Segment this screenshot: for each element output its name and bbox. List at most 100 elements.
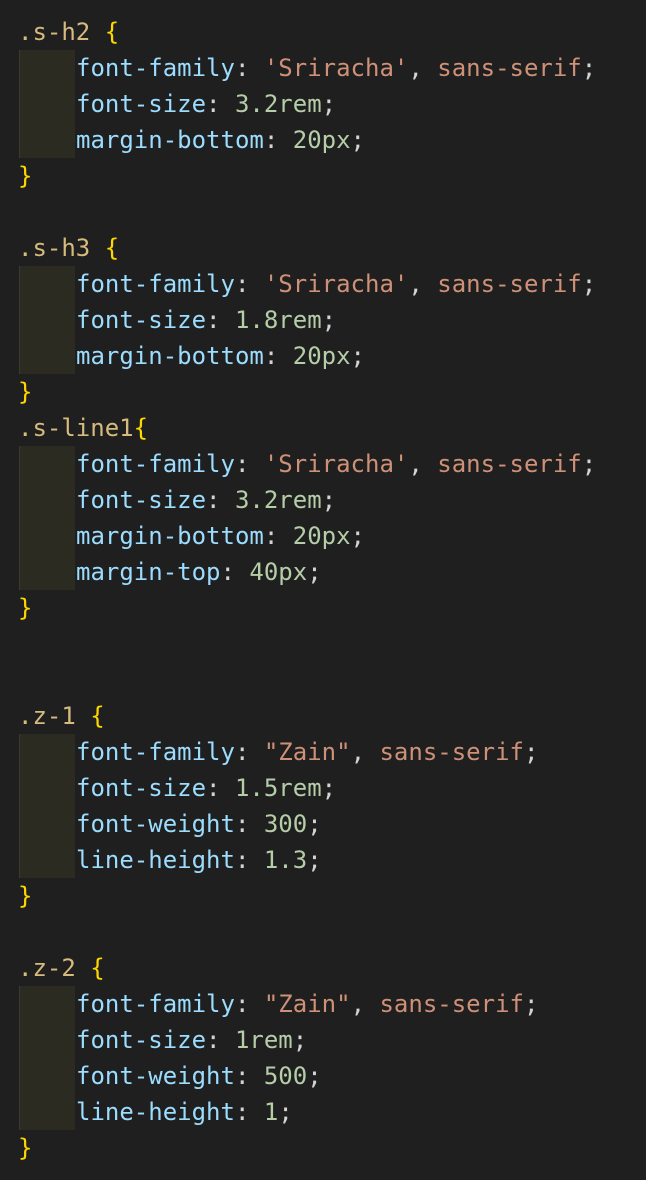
colon: : bbox=[206, 1026, 235, 1054]
indent-guide bbox=[19, 842, 75, 878]
semicolon: ; bbox=[350, 126, 365, 154]
line-text: font-size: 1.8rem; bbox=[76, 302, 336, 338]
colon: : bbox=[234, 450, 264, 478]
open-brace: { bbox=[90, 702, 105, 730]
colon: : bbox=[234, 270, 264, 298]
css-value-part: 3.2rem bbox=[234, 486, 322, 514]
semicolon: ; bbox=[523, 990, 539, 1018]
declaration-line[interactable]: font-weight: 300; bbox=[0, 806, 646, 842]
code-editor[interactable]: .s-h2 {font-family: 'Sriracha', sans-ser… bbox=[0, 0, 646, 1180]
indent-guide bbox=[19, 122, 75, 158]
declaration-line[interactable]: line-height: 1; bbox=[0, 1094, 646, 1130]
close-brace: } bbox=[18, 162, 33, 190]
close-brace: } bbox=[18, 882, 33, 910]
css-property: line-height bbox=[76, 846, 235, 874]
line-text: font-size: 1.5rem; bbox=[76, 770, 336, 806]
declaration-line[interactable]: font-family: 'Sriracha', sans-serif; bbox=[0, 446, 646, 482]
css-value-part: , bbox=[408, 270, 438, 298]
open-brace: { bbox=[133, 414, 149, 442]
declaration-line[interactable]: font-family: "Zain", sans-serif; bbox=[0, 986, 646, 1022]
declaration-line[interactable]: margin-bottom: 20px; bbox=[0, 518, 646, 554]
close-brace: } bbox=[18, 1134, 33, 1162]
line-text: .s-h2 { bbox=[18, 14, 119, 50]
declaration-line[interactable]: margin-bottom: 20px; bbox=[0, 338, 646, 374]
declaration-line[interactable]: font-family: 'Sriracha', sans-serif; bbox=[0, 266, 646, 302]
declaration-line[interactable]: font-size: 3.2rem; bbox=[0, 482, 646, 518]
indent-guide bbox=[19, 446, 75, 482]
colon: : bbox=[206, 774, 235, 802]
css-value-part: 1rem bbox=[234, 1026, 293, 1054]
indent-guide bbox=[19, 86, 75, 122]
line-text: } bbox=[18, 878, 32, 914]
semicolon: ; bbox=[292, 1026, 308, 1054]
declaration-line[interactable]: font-size: 3.2rem; bbox=[0, 86, 646, 122]
semicolon: ; bbox=[307, 558, 322, 586]
css-property: margin-bottom bbox=[76, 126, 264, 154]
line-text: font-family: "Zain", sans-serif; bbox=[76, 986, 538, 1022]
declaration-line[interactable]: font-family: "Zain", sans-serif; bbox=[0, 734, 646, 770]
semicolon: ; bbox=[523, 738, 539, 766]
line-text: .z-2 { bbox=[18, 950, 105, 986]
indent-guide bbox=[19, 518, 75, 554]
semicolon: ; bbox=[321, 90, 337, 118]
declaration-line[interactable]: margin-top: 40px; bbox=[0, 554, 646, 590]
colon: : bbox=[234, 1098, 264, 1126]
declaration-line[interactable]: line-height: 1.3; bbox=[0, 842, 646, 878]
declaration-line[interactable]: font-weight: 500; bbox=[0, 1058, 646, 1094]
rule-close-line[interactable]: } bbox=[0, 590, 646, 626]
css-value-part: 40px bbox=[249, 558, 308, 586]
declaration-line[interactable]: font-size: 1.5rem; bbox=[0, 770, 646, 806]
colon: : bbox=[263, 342, 293, 370]
indent-guide bbox=[19, 806, 75, 842]
semicolon: ; bbox=[321, 306, 337, 334]
semicolon: ; bbox=[321, 486, 337, 514]
css-value-part: 20px bbox=[292, 126, 351, 154]
css-value-part: sans-serif bbox=[437, 54, 582, 82]
css-value-part: sans-serif bbox=[437, 450, 582, 478]
line-text: font-weight: 500; bbox=[76, 1058, 322, 1094]
semicolon: ; bbox=[307, 810, 322, 838]
css-property: font-size bbox=[76, 1026, 207, 1054]
indent-guide bbox=[19, 50, 75, 86]
css-property: font-family bbox=[76, 270, 235, 298]
rule-selector-line[interactable]: .s-line1{ bbox=[0, 410, 646, 446]
declaration-line[interactable]: font-size: 1.8rem; bbox=[0, 302, 646, 338]
semicolon: ; bbox=[350, 522, 365, 550]
rule-selector-line[interactable]: .s-h2 { bbox=[0, 14, 646, 50]
declaration-line[interactable]: font-size: 1rem; bbox=[0, 1022, 646, 1058]
css-property: font-size bbox=[76, 90, 207, 118]
css-value-part: "Zain" bbox=[263, 738, 351, 766]
colon: : bbox=[234, 1062, 264, 1090]
css-value-part: sans-serif bbox=[379, 990, 524, 1018]
line-text: line-height: 1.3; bbox=[76, 842, 322, 878]
declaration-line[interactable]: margin-bottom: 20px; bbox=[0, 122, 646, 158]
rule-selector-line[interactable]: .s-h3 { bbox=[0, 230, 646, 266]
line-text: .s-h3 { bbox=[18, 230, 119, 266]
indent-guide bbox=[19, 338, 75, 374]
css-property: font-family bbox=[76, 54, 235, 82]
rule-close-line[interactable]: } bbox=[0, 158, 646, 194]
indent-guide bbox=[19, 1094, 75, 1130]
line-text: font-family: 'Sriracha', sans-serif; bbox=[76, 446, 596, 482]
line-text: margin-bottom: 20px; bbox=[76, 338, 365, 374]
line-text: font-weight: 300; bbox=[76, 806, 322, 842]
declaration-line[interactable]: font-family: 'Sriracha', sans-serif; bbox=[0, 50, 646, 86]
css-value-part: sans-serif bbox=[437, 270, 582, 298]
line-text: .s-line1{ bbox=[18, 410, 148, 446]
colon: : bbox=[206, 306, 235, 334]
open-brace: { bbox=[104, 18, 120, 46]
rule-selector-line[interactable]: .z-2 { bbox=[0, 950, 646, 986]
line-text: } bbox=[18, 590, 32, 626]
semicolon: ; bbox=[307, 846, 322, 874]
colon: : bbox=[220, 558, 250, 586]
rule-close-line[interactable]: } bbox=[0, 878, 646, 914]
rule-close-line[interactable]: } bbox=[0, 374, 646, 410]
rule-selector-line[interactable]: .z-1 { bbox=[0, 698, 646, 734]
rule-close-line[interactable]: } bbox=[0, 1130, 646, 1166]
css-property: font-family bbox=[76, 738, 235, 766]
indent-guide bbox=[19, 266, 75, 302]
